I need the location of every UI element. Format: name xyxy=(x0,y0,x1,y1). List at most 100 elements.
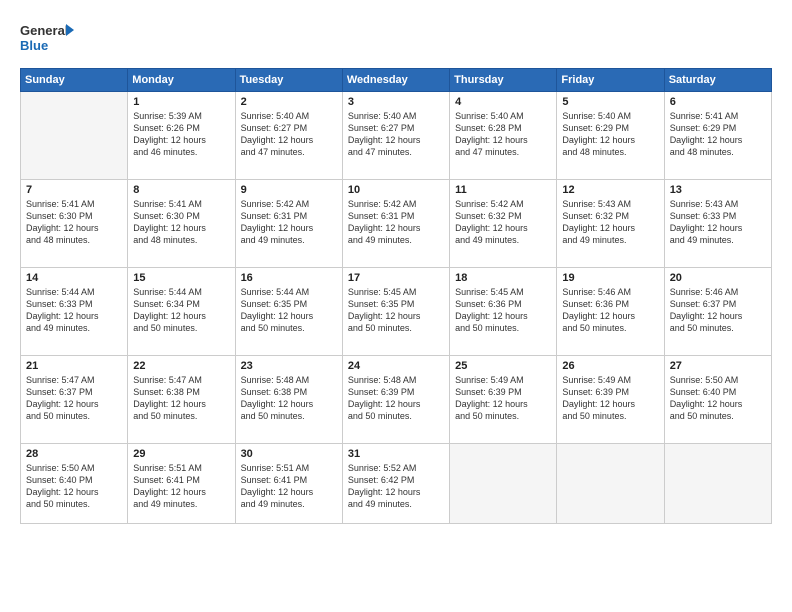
day-number: 2 xyxy=(241,96,337,108)
day-info: Sunrise: 5:40 AMSunset: 6:29 PMDaylight:… xyxy=(562,110,658,159)
day-info: Sunrise: 5:45 AMSunset: 6:35 PMDaylight:… xyxy=(348,286,444,335)
weekday-header-monday: Monday xyxy=(128,69,235,92)
calendar-cell xyxy=(557,444,664,524)
weekday-header-friday: Friday xyxy=(557,69,664,92)
calendar-cell: 3 Sunrise: 5:40 AMSunset: 6:27 PMDaylight… xyxy=(342,92,449,180)
calendar-cell: 27 Sunrise: 5:50 AMSunset: 6:40 PMDayligh… xyxy=(664,356,771,444)
day-number: 29 xyxy=(133,448,229,460)
day-info: Sunrise: 5:47 AMSunset: 6:38 PMDaylight:… xyxy=(133,374,229,423)
weekday-header-saturday: Saturday xyxy=(664,69,771,92)
day-info: Sunrise: 5:42 AMSunset: 6:32 PMDaylight:… xyxy=(455,198,551,247)
day-info: Sunrise: 5:48 AMSunset: 6:39 PMDaylight:… xyxy=(348,374,444,423)
calendar-cell: 10 Sunrise: 5:42 AMSunset: 6:31 PMDayligh… xyxy=(342,180,449,268)
day-info: Sunrise: 5:40 AMSunset: 6:27 PMDaylight:… xyxy=(348,110,444,159)
calendar-cell: 15Sunrise: 5:44 AMSunset: 6:34 PMDayligh… xyxy=(128,268,235,356)
day-number: 9 xyxy=(241,184,337,196)
day-number: 13 xyxy=(670,184,766,196)
calendar-cell: 25 Sunrise: 5:49 AMSunset: 6:39 PMDayligh… xyxy=(450,356,557,444)
day-info: Sunrise: 5:41 AMSunset: 6:29 PMDaylight:… xyxy=(670,110,766,159)
day-info: Sunrise: 5:39 AMSunset: 6:26 PMDaylight:… xyxy=(133,110,229,159)
calendar-cell: 7 Sunrise: 5:41 AMSunset: 6:30 PMDaylight… xyxy=(21,180,128,268)
day-number: 16 xyxy=(241,272,337,284)
day-number: 25 xyxy=(455,360,551,372)
day-number: 11 xyxy=(455,184,551,196)
day-number: 31 xyxy=(348,448,444,460)
day-info: Sunrise: 5:41 AMSunset: 6:30 PMDaylight:… xyxy=(26,198,122,247)
calendar-table: SundayMondayTuesdayWednesdayThursdayFrid… xyxy=(20,68,772,524)
day-info: Sunrise: 5:42 AMSunset: 6:31 PMDaylight:… xyxy=(241,198,337,247)
calendar-cell: 30 Sunrise: 5:51 AMSunset: 6:41 PMDayligh… xyxy=(235,444,342,524)
calendar-cell: 12Sunrise: 5:43 AMSunset: 6:32 PMDayligh… xyxy=(557,180,664,268)
calendar-cell: 16 Sunrise: 5:44 AMSunset: 6:35 PMDayligh… xyxy=(235,268,342,356)
calendar-cell: 28 Sunrise: 5:50 AMSunset: 6:40 PMDayligh… xyxy=(21,444,128,524)
svg-text:Blue: Blue xyxy=(20,38,48,53)
day-info: Sunrise: 5:51 AMSunset: 6:41 PMDaylight:… xyxy=(241,462,337,511)
day-info: Sunrise: 5:49 AMSunset: 6:39 PMDaylight:… xyxy=(562,374,658,423)
calendar-cell: 29 Sunrise: 5:51 AMSunset: 6:41 PMDayligh… xyxy=(128,444,235,524)
calendar-cell: 11 Sunrise: 5:42 AMSunset: 6:32 PMDayligh… xyxy=(450,180,557,268)
calendar-cell: 22Sunrise: 5:47 AMSunset: 6:38 PMDayligh… xyxy=(128,356,235,444)
calendar-cell xyxy=(664,444,771,524)
day-number: 23 xyxy=(241,360,337,372)
calendar-cell: 17 Sunrise: 5:45 AMSunset: 6:35 PMDayligh… xyxy=(342,268,449,356)
day-info: Sunrise: 5:49 AMSunset: 6:39 PMDaylight:… xyxy=(455,374,551,423)
day-number: 26 xyxy=(562,360,658,372)
day-number: 28 xyxy=(26,448,122,460)
day-info: Sunrise: 5:41 AMSunset: 6:30 PMDaylight:… xyxy=(133,198,229,247)
calendar-cell: 19 Sunrise: 5:46 AMSunset: 6:36 PMDayligh… xyxy=(557,268,664,356)
day-info: Sunrise: 5:43 AMSunset: 6:32 PMDaylight:… xyxy=(562,198,658,247)
calendar-cell: 26 Sunrise: 5:49 AMSunset: 6:39 PMDayligh… xyxy=(557,356,664,444)
day-number: 6 xyxy=(670,96,766,108)
calendar-cell: 2 Sunrise: 5:40 AMSunset: 6:27 PMDaylight… xyxy=(235,92,342,180)
day-number: 17 xyxy=(348,272,444,284)
calendar-cell: 6 Sunrise: 5:41 AMSunset: 6:29 PMDaylight… xyxy=(664,92,771,180)
day-info: Sunrise: 5:46 AMSunset: 6:36 PMDaylight:… xyxy=(562,286,658,335)
day-info: Sunrise: 5:43 AMSunset: 6:33 PMDaylight:… xyxy=(670,198,766,247)
day-number: 27 xyxy=(670,360,766,372)
day-info: Sunrise: 5:44 AMSunset: 6:34 PMDaylight:… xyxy=(133,286,229,335)
svg-text:General: General xyxy=(20,23,68,38)
day-number: 30 xyxy=(241,448,337,460)
day-number: 4 xyxy=(455,96,551,108)
calendar-cell: 20 Sunrise: 5:46 AMSunset: 6:37 PMDayligh… xyxy=(664,268,771,356)
day-info: Sunrise: 5:44 AMSunset: 6:35 PMDaylight:… xyxy=(241,286,337,335)
day-info: Sunrise: 5:45 AMSunset: 6:36 PMDaylight:… xyxy=(455,286,551,335)
calendar-cell: 13 Sunrise: 5:43 AMSunset: 6:33 PMDayligh… xyxy=(664,180,771,268)
weekday-header-sunday: Sunday xyxy=(21,69,128,92)
calendar-cell: 21 Sunrise: 5:47 AMSunset: 6:37 PMDayligh… xyxy=(21,356,128,444)
logo-svg: General Blue xyxy=(20,18,75,58)
day-number: 18 xyxy=(455,272,551,284)
day-number: 21 xyxy=(26,360,122,372)
day-number: 7 xyxy=(26,184,122,196)
calendar-cell: 4 Sunrise: 5:40 AMSunset: 6:28 PMDaylight… xyxy=(450,92,557,180)
day-number: 8 xyxy=(133,184,229,196)
day-info: Sunrise: 5:42 AMSunset: 6:31 PMDaylight:… xyxy=(348,198,444,247)
calendar-cell: 1 Sunrise: 5:39 AMSunset: 6:26 PMDaylight… xyxy=(128,92,235,180)
day-number: 20 xyxy=(670,272,766,284)
day-number: 14 xyxy=(26,272,122,284)
day-number: 3 xyxy=(348,96,444,108)
day-number: 19 xyxy=(562,272,658,284)
calendar-cell: 18 Sunrise: 5:45 AMSunset: 6:36 PMDayligh… xyxy=(450,268,557,356)
calendar-cell: 5 Sunrise: 5:40 AMSunset: 6:29 PMDaylight… xyxy=(557,92,664,180)
day-info: Sunrise: 5:46 AMSunset: 6:37 PMDaylight:… xyxy=(670,286,766,335)
calendar-cell: 23Sunrise: 5:48 AMSunset: 6:38 PMDayligh… xyxy=(235,356,342,444)
day-info: Sunrise: 5:40 AMSunset: 6:28 PMDaylight:… xyxy=(455,110,551,159)
weekday-header-tuesday: Tuesday xyxy=(235,69,342,92)
day-info: Sunrise: 5:47 AMSunset: 6:37 PMDaylight:… xyxy=(26,374,122,423)
calendar-cell: 14Sunrise: 5:44 AMSunset: 6:33 PMDayligh… xyxy=(21,268,128,356)
day-number: 5 xyxy=(562,96,658,108)
weekday-header-thursday: Thursday xyxy=(450,69,557,92)
calendar-cell: 8 Sunrise: 5:41 AMSunset: 6:30 PMDaylight… xyxy=(128,180,235,268)
header: General Blue xyxy=(20,18,772,58)
day-number: 24 xyxy=(348,360,444,372)
day-info: Sunrise: 5:50 AMSunset: 6:40 PMDaylight:… xyxy=(26,462,122,511)
day-number: 1 xyxy=(133,96,229,108)
day-info: Sunrise: 5:40 AMSunset: 6:27 PMDaylight:… xyxy=(241,110,337,159)
day-info: Sunrise: 5:50 AMSunset: 6:40 PMDaylight:… xyxy=(670,374,766,423)
weekday-header-wednesday: Wednesday xyxy=(342,69,449,92)
day-number: 10 xyxy=(348,184,444,196)
day-info: Sunrise: 5:51 AMSunset: 6:41 PMDaylight:… xyxy=(133,462,229,511)
calendar-cell: 9 Sunrise: 5:42 AMSunset: 6:31 PMDaylight… xyxy=(235,180,342,268)
logo: General Blue xyxy=(20,18,75,58)
